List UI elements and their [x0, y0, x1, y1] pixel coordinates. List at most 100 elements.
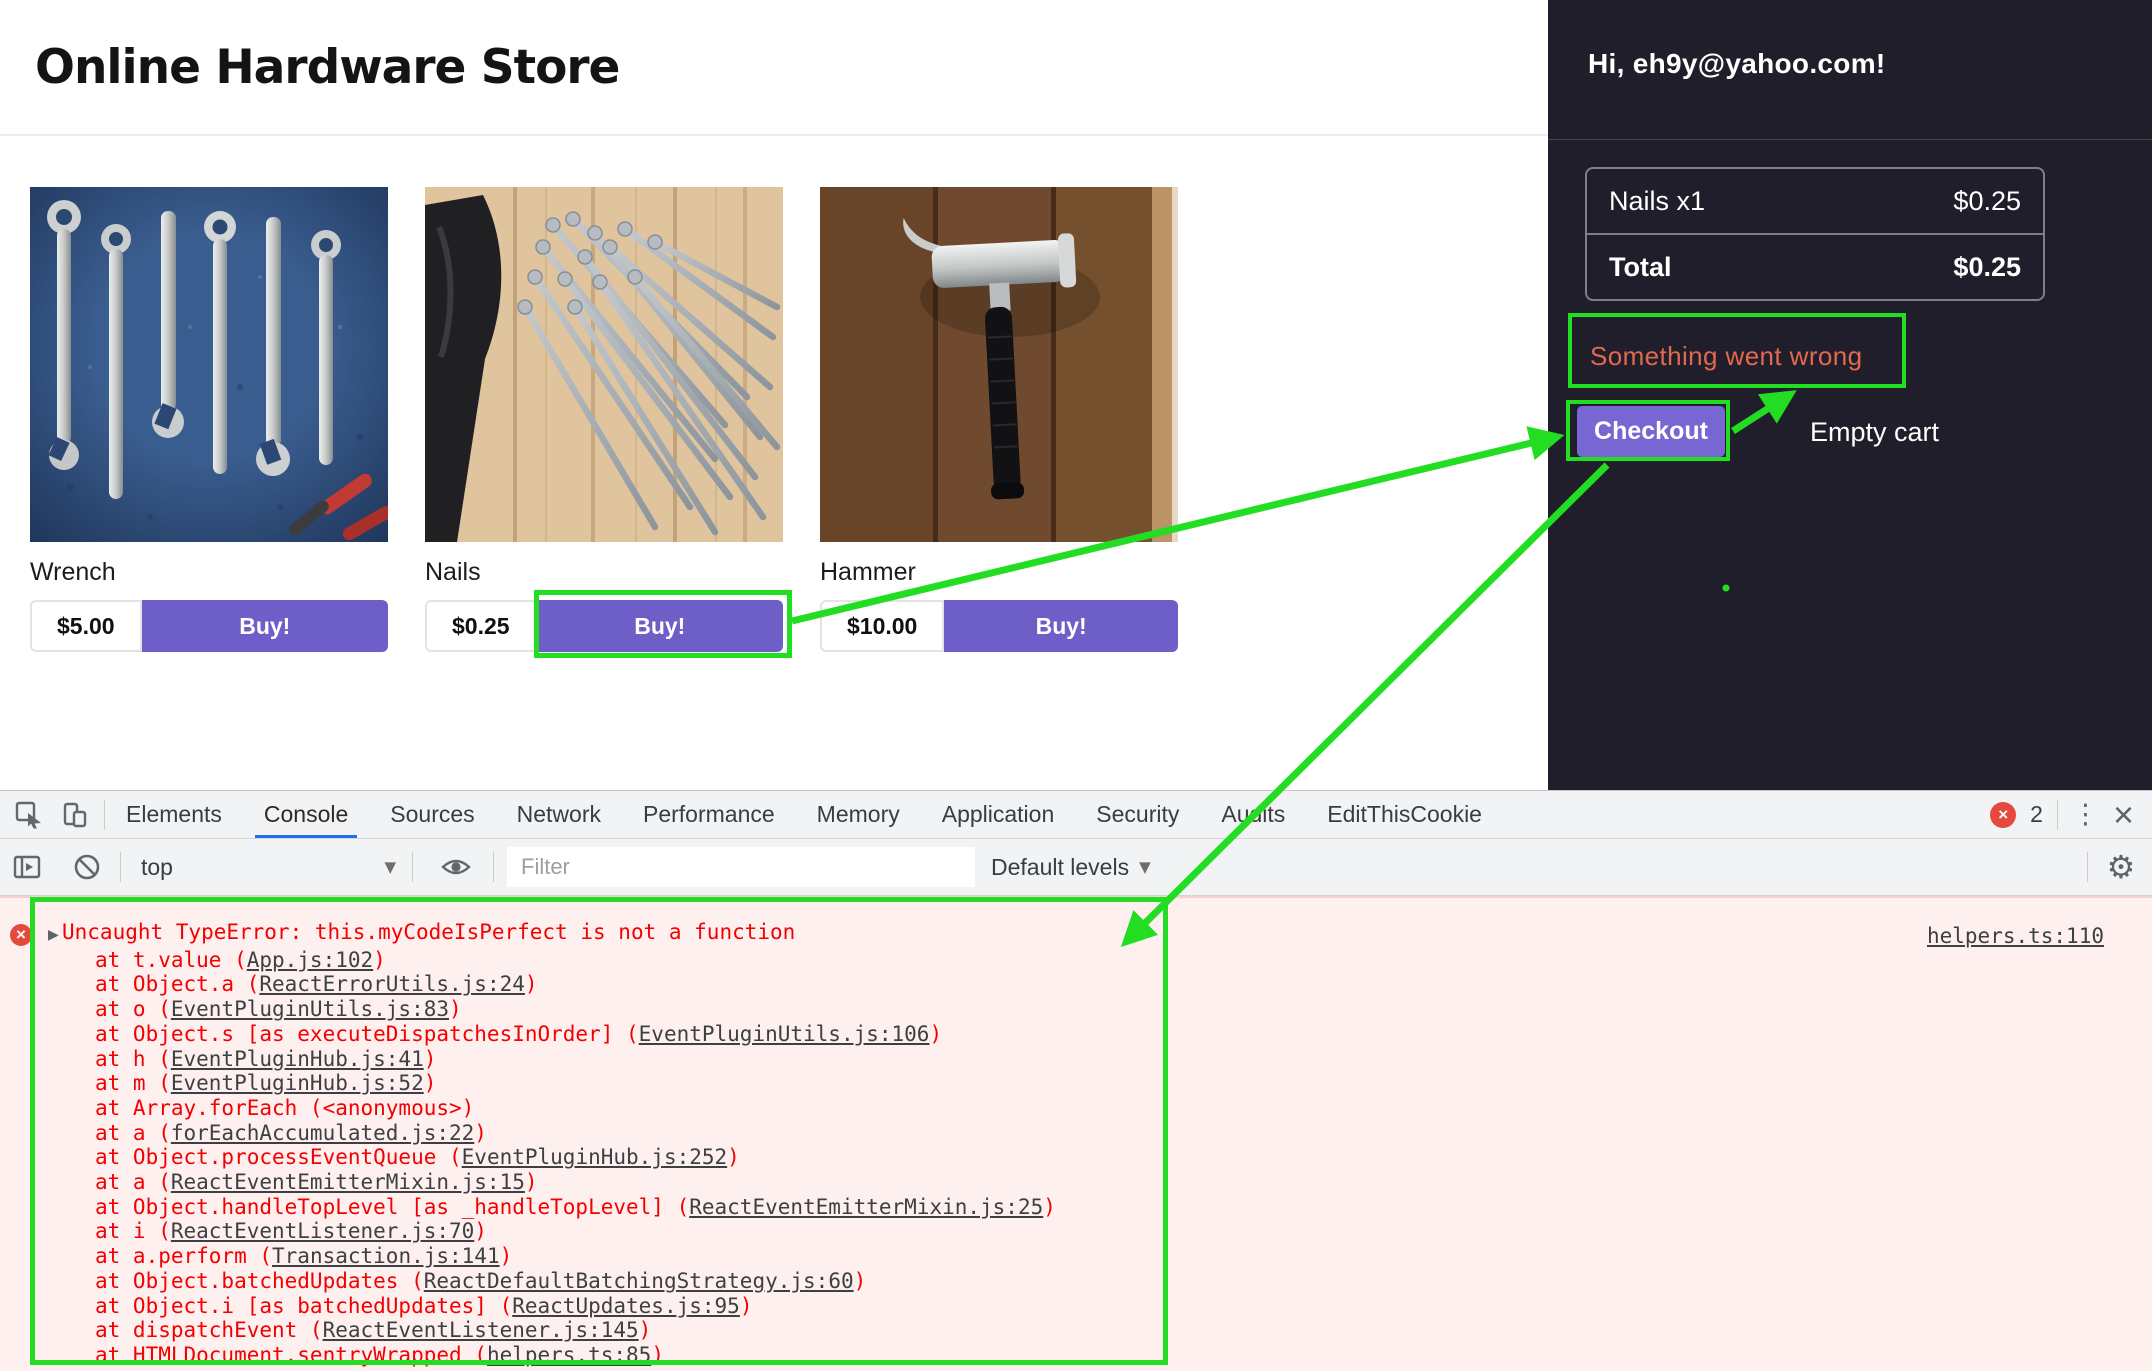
cart-item-row: Nails x1 $0.25: [1587, 169, 2043, 233]
context-selector[interactable]: top ▼: [141, 854, 396, 881]
tab-audits[interactable]: Audits: [1200, 791, 1306, 838]
console-toolbar: top ▼ Default levels ▼ ⚙: [0, 839, 2152, 896]
stack-file-link[interactable]: ReactUpdates.js:95: [512, 1294, 740, 1318]
stack-file-link[interactable]: forEachAccumulated.js:22: [171, 1121, 474, 1145]
devtools-tabbar: Elements Console Sources Network Perform…: [0, 791, 2152, 839]
stack-text: ): [525, 972, 538, 996]
log-levels-selector[interactable]: Default levels ▼: [991, 854, 1151, 881]
stack-text: at o (: [95, 997, 171, 1021]
stack-file-link[interactable]: ReactErrorUtils.js:24: [259, 972, 525, 996]
levels-label: Default levels: [991, 854, 1129, 881]
stack-text: at Object.s [as executeDispatchesInOrder…: [95, 1022, 639, 1046]
browser-page: Online Hardware Store: [0, 0, 2152, 1370]
settings-gear-icon[interactable]: ⚙: [2106, 852, 2136, 882]
stack-frame: at Object.handleTopLevel [as _handleTopL…: [48, 1195, 1056, 1220]
price-box: $0.25: [425, 600, 537, 652]
console-error-line: ▶Uncaught TypeError: this.myCodeIsPerfec…: [48, 920, 1056, 948]
stack-file-link[interactable]: ReactEventEmitterMixin.js:15: [171, 1170, 525, 1194]
tab-security[interactable]: Security: [1075, 791, 1200, 838]
stack-text: at m (: [95, 1071, 171, 1095]
stack-text: ): [474, 1121, 487, 1145]
stack-frame: at Object.a (ReactErrorUtils.js:24): [48, 972, 1056, 997]
toolbar-divider: [412, 852, 413, 882]
cart-item-price: $0.25: [1953, 186, 2021, 217]
stack-file-link[interactable]: ReactEventListener.js:70: [171, 1219, 474, 1243]
stack-text: at a (: [95, 1170, 171, 1194]
stack-text: ): [424, 1071, 437, 1095]
nails-product-image: [425, 187, 783, 542]
store-header: Online Hardware Store: [0, 0, 1548, 136]
stack-file-link[interactable]: EventPluginUtils.js:106: [639, 1022, 930, 1046]
stack-file-link[interactable]: EventPluginUtils.js:83: [171, 997, 449, 1021]
product-price-row: $5.00 Buy!: [30, 600, 388, 652]
toolbar-divider: [2087, 852, 2088, 882]
tab-memory[interactable]: Memory: [796, 791, 921, 838]
toolbar-divider: [2057, 800, 2058, 830]
device-toolbar-icon[interactable]: [60, 800, 90, 830]
product-name: Nails: [425, 558, 783, 587]
error-badge-icon[interactable]: ×: [1990, 802, 2016, 828]
stack-text: at a.perform (: [95, 1244, 272, 1268]
inspect-element-icon[interactable]: [14, 800, 44, 830]
live-expression-eye-icon[interactable]: [441, 852, 471, 882]
product-card-nails: Nails $0.25 Buy!: [425, 187, 783, 652]
stack-file-link[interactable]: helpers.ts:85: [487, 1343, 651, 1367]
console-source-link[interactable]: helpers.ts:110: [1927, 924, 2104, 948]
tab-performance[interactable]: Performance: [622, 791, 796, 838]
checkout-button[interactable]: Checkout: [1577, 406, 1725, 457]
cart-error-message: Something went wrong: [1590, 341, 1862, 372]
stack-text: at Object.batchedUpdates (: [95, 1269, 424, 1293]
stack-text: ): [1043, 1195, 1056, 1219]
tab-editthiscookie[interactable]: EditThisCookie: [1306, 791, 1503, 838]
stack-frame: at i (ReactEventListener.js:70): [48, 1219, 1056, 1244]
expand-triangle-icon[interactable]: ▶: [48, 923, 62, 948]
tab-application[interactable]: Application: [921, 791, 1076, 838]
cart-item-name: Nails x1: [1609, 186, 1705, 217]
filter-input[interactable]: [507, 847, 975, 887]
stack-text: at t.value (: [95, 948, 247, 972]
stack-file-link[interactable]: ReactEventListener.js:145: [323, 1318, 639, 1342]
tab-elements[interactable]: Elements: [105, 791, 243, 838]
error-circle-icon: ×: [10, 924, 32, 946]
stack-frame: at h (EventPluginHub.js:41): [48, 1047, 1056, 1072]
stack-text: at dispatchEvent (: [95, 1318, 323, 1342]
cart-sidebar: Hi, eh9y@yahoo.com! Nails x1 $0.25 Total…: [1548, 0, 2152, 790]
stack-text: ): [854, 1269, 867, 1293]
empty-cart-link[interactable]: Empty cart: [1810, 417, 1939, 448]
tab-console[interactable]: Console: [243, 791, 369, 838]
stack-frame: at Object.i [as batchedUpdates] (ReactUp…: [48, 1294, 1056, 1319]
stack-text: at a (: [95, 1121, 171, 1145]
stack-file-link[interactable]: ReactDefaultBatchingStrategy.js:60: [424, 1269, 854, 1293]
stack-file-link[interactable]: EventPluginHub.js:52: [171, 1071, 424, 1095]
tab-sources[interactable]: Sources: [369, 791, 495, 838]
stack-text: ): [727, 1145, 740, 1169]
cart-table: Nails x1 $0.25 Total $0.25: [1585, 167, 2045, 301]
store-app: Online Hardware Store: [0, 0, 1548, 790]
cart-total-row: Total $0.25: [1587, 233, 2043, 299]
stack-text: ): [449, 997, 462, 1021]
close-icon[interactable]: ×: [2113, 800, 2134, 830]
stack-text: at Object.a (: [95, 972, 259, 996]
chevron-down-icon: ▼: [384, 858, 396, 876]
stack-text: at i (: [95, 1219, 171, 1243]
product-price-row: $10.00 Buy!: [820, 600, 1178, 652]
stack-text: ): [740, 1294, 753, 1318]
stack-file-link[interactable]: ReactEventEmitterMixin.js:25: [689, 1195, 1043, 1219]
console-sidebar-toggle-icon[interactable]: [12, 852, 42, 882]
buy-button-wrench[interactable]: Buy!: [142, 600, 388, 652]
buy-button-hammer[interactable]: Buy!: [944, 600, 1178, 652]
stack-frame: at Object.processEventQueue (EventPlugin…: [48, 1145, 1056, 1170]
tab-network[interactable]: Network: [496, 791, 622, 838]
stack-text: ): [474, 1219, 487, 1243]
stack-file-link[interactable]: EventPluginHub.js:41: [171, 1047, 424, 1071]
buy-button-nails[interactable]: Buy!: [537, 600, 783, 652]
stack-text: at Object.processEventQueue (: [95, 1145, 462, 1169]
wrench-product-image: [30, 187, 388, 542]
stack-frame: at a (forEachAccumulated.js:22): [48, 1121, 1056, 1146]
stack-file-link[interactable]: App.js:102: [247, 948, 373, 972]
stack-file-link[interactable]: EventPluginHub.js:252: [462, 1145, 728, 1169]
clear-console-icon[interactable]: [72, 852, 102, 882]
kebab-menu-icon[interactable]: ⋮: [2072, 799, 2099, 830]
stack-file-link[interactable]: Transaction.js:141: [272, 1244, 500, 1268]
cart-total-label: Total: [1609, 252, 1672, 283]
